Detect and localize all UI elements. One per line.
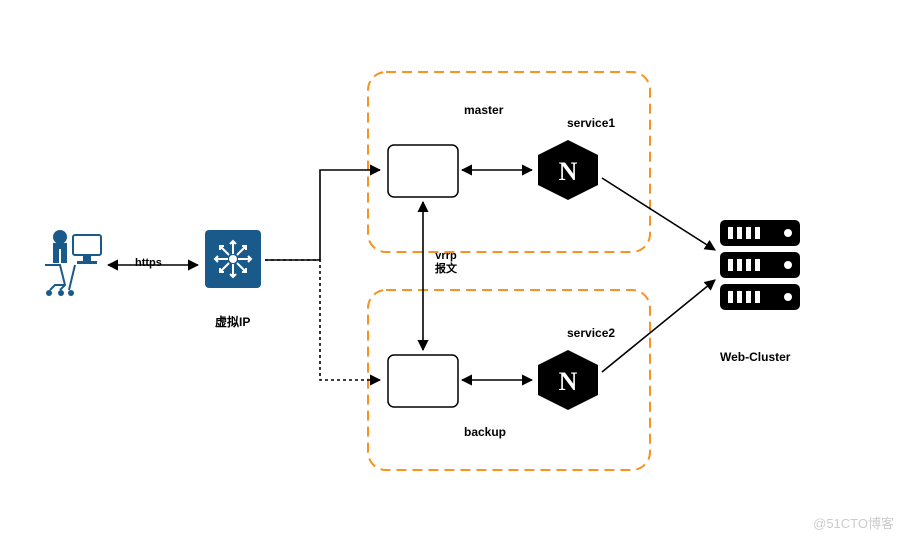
arrow-nginx1-cluster [602, 178, 715, 250]
arrow-lb-backup [265, 260, 380, 380]
keepalived-master-box [388, 145, 458, 197]
arrow-lb-master [265, 170, 380, 260]
diagram-canvas: N N [0, 0, 902, 536]
keepalived-backup-box [388, 355, 458, 407]
nginx-icon-1: N [538, 140, 598, 200]
user-icon [45, 230, 101, 296]
svg-text:N: N [559, 367, 578, 396]
server-stack [720, 220, 800, 310]
load-balancer-icon [205, 230, 261, 288]
svg-text:N: N [559, 157, 578, 186]
nginx-icon-2: N [538, 350, 598, 410]
arrow-nginx2-cluster [602, 280, 715, 372]
